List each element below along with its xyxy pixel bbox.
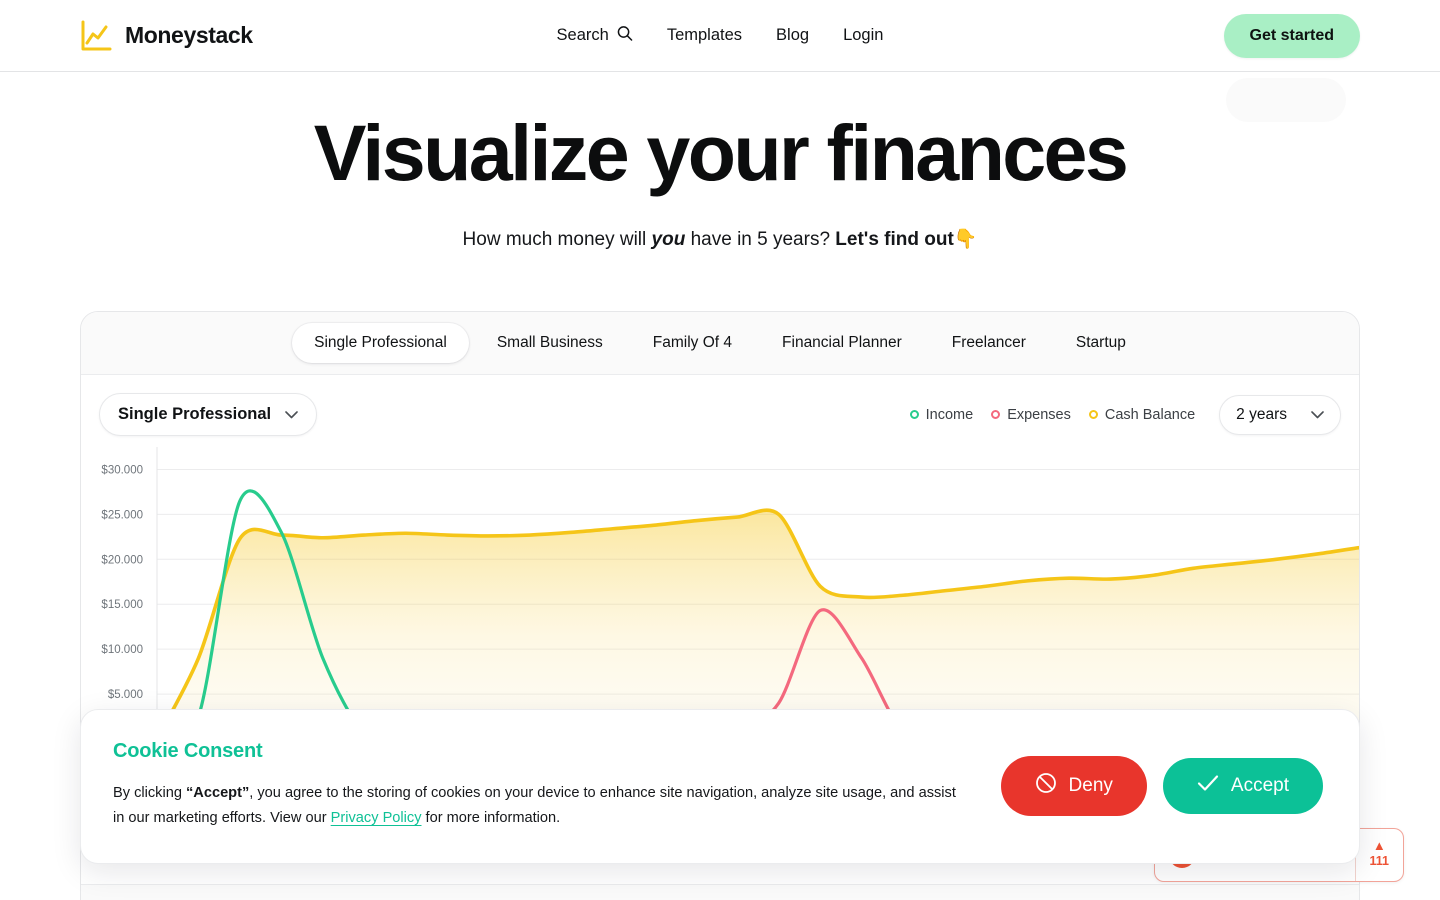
series-area-cash-balance — [157, 510, 1359, 739]
legend-label-income: Income — [925, 406, 974, 423]
y-axis-tick-label: $15.000 — [101, 599, 143, 611]
nav-label-blog: Blog — [776, 26, 810, 44]
legend-dot-expenses — [991, 410, 1001, 420]
tab-small-business[interactable]: Small Business — [475, 323, 625, 363]
profile-tabbar: Single Professional Small Business Famil… — [81, 311, 1359, 375]
y-axis-tick-label: $5.000 — [108, 689, 143, 701]
cookie-text-accept-emphasis: “Accept” — [186, 785, 250, 802]
get-started-button[interactable]: Get started — [1223, 13, 1360, 58]
ban-icon — [1035, 772, 1057, 800]
chart-toolbar: Single Professional Income Expenses Cash… — [81, 375, 1359, 437]
primary-nav: Search Templates Blog Login — [557, 25, 884, 46]
tab-startup[interactable]: Startup — [1054, 323, 1148, 363]
privacy-policy-link[interactable]: Privacy Policy — [331, 810, 422, 826]
page-title: Visualize your finances — [313, 108, 1129, 197]
cookie-deny-button[interactable]: Deny — [1000, 755, 1147, 816]
tab-single-professional[interactable]: Single Professional — [292, 322, 469, 363]
cookie-text-part3: for more information. — [421, 810, 561, 827]
legend-item-income[interactable]: Income — [909, 406, 974, 423]
y-axis-tick-label: $25.000 — [101, 509, 143, 521]
hero-sub-strong: Let's find out — [835, 228, 954, 250]
brand-name: Moneystack — [125, 22, 253, 48]
profile-dropdown[interactable]: Single Professional — [99, 393, 318, 437]
legend-dot-cash-balance — [1088, 410, 1098, 420]
nav-label-templates: Templates — [666, 26, 743, 44]
cookie-accept-label: Accept — [1230, 774, 1289, 796]
nav-item-blog[interactable]: Blog — [776, 26, 809, 45]
legend-item-cash-balance[interactable]: Cash Balance — [1088, 406, 1196, 423]
upvote-count: 111 — [1369, 854, 1389, 869]
legend-label-cash-balance: Cash Balance — [1104, 406, 1196, 423]
hero-subtitle: How much money will you have in 5 years?… — [0, 227, 1440, 251]
cookie-text-part1: By clicking — [113, 785, 186, 802]
legend-label-expenses: Expenses — [1007, 406, 1071, 423]
pointing-down-icon: 👇 — [953, 228, 978, 250]
tab-family-of-4[interactable]: Family Of 4 — [631, 323, 754, 363]
cookie-consent-banner: Cookie Consent By clicking “Accept”, you… — [80, 709, 1360, 864]
upvote-arrow-icon: ▲ — [1372, 838, 1386, 854]
line-chart-icon — [80, 20, 112, 52]
nav-item-templates[interactable]: Templates — [667, 26, 742, 45]
cookie-text: By clicking “Accept”, you agree to the s… — [113, 781, 971, 831]
nav-label-login: Login — [843, 26, 884, 44]
nav-label-search: Search — [556, 26, 609, 44]
time-range-value: 2 years — [1236, 405, 1287, 423]
nav-item-login[interactable]: Login — [843, 26, 883, 45]
hero-sub-emphasis: you — [651, 228, 686, 250]
cookie-actions: Deny Accept — [1000, 755, 1323, 816]
chevron-down-icon — [1311, 406, 1324, 424]
legend-item-expenses[interactable]: Expenses — [991, 407, 1071, 423]
hero-sub-lead: How much money will — [462, 228, 652, 250]
cookie-accept-button[interactable]: Accept — [1162, 757, 1323, 814]
check-icon — [1197, 774, 1219, 798]
cookie-deny-label: Deny — [1068, 774, 1113, 796]
search-icon — [617, 25, 633, 46]
y-axis-tick-label: $10.000 — [101, 644, 143, 656]
nav-item-search[interactable]: Search — [557, 25, 633, 46]
brand[interactable]: Moneystack — [80, 20, 253, 52]
transactions-table-header: Name Amount Start Date End Date Repeats — [81, 883, 1359, 900]
chevron-down-icon — [285, 405, 298, 424]
profile-dropdown-value: Single Professional — [118, 405, 272, 424]
site-header: Moneystack Search Templates Blog Login G… — [0, 0, 1440, 72]
legend-dot-income — [909, 410, 919, 420]
tab-freelancer[interactable]: Freelancer — [930, 323, 1048, 363]
y-axis-tick-label: $30.000 — [101, 464, 143, 476]
time-range-dropdown[interactable]: 2 years — [1219, 394, 1341, 435]
tab-financial-planner[interactable]: Financial Planner — [760, 323, 924, 363]
cookie-title: Cookie Consent — [113, 740, 263, 763]
hero: Visualize your finances How much money w… — [0, 72, 1440, 251]
y-axis-tick-label: $20.000 — [101, 554, 143, 566]
chart-legend: Income Expenses Cash Balance 2 years — [909, 394, 1341, 435]
hero-sub-mid: have in 5 years? — [685, 228, 836, 250]
header-cta-wrap: Get started — [1223, 13, 1360, 58]
cookie-body: Cookie Consent By clicking “Accept”, you… — [113, 740, 971, 831]
